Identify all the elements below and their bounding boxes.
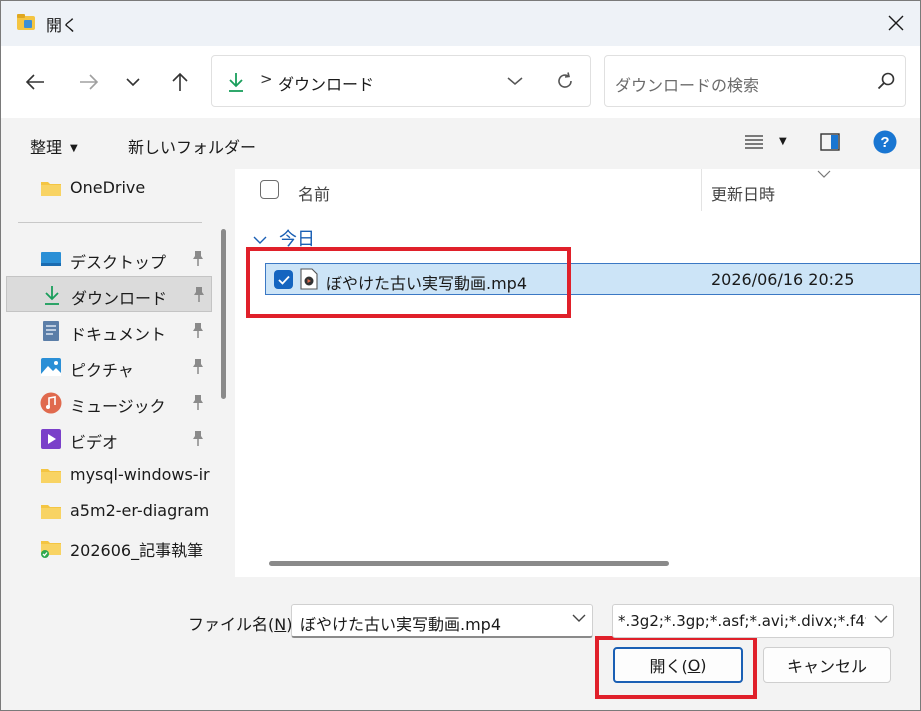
desktop-icon [41, 252, 61, 266]
download-icon [45, 286, 59, 305]
file-list: 名前 更新日時 今日 ぼやけた古い実写動画.mp4 2026/06/16 20:… [235, 169, 920, 577]
filename-input[interactable]: ぼやけた古い実写動画.mp4 [291, 604, 593, 638]
open-button[interactable]: 開く(O) [613, 647, 743, 683]
sidebar-item-label: a5m2-er-diagram [70, 501, 210, 520]
filename-value: ぼやけた古い実写動画.mp4 [300, 615, 502, 634]
refresh-button[interactable] [552, 68, 578, 94]
breadcrumb-location[interactable]: ダウンロード [278, 71, 374, 95]
sidebar-item-label: OneDrive [70, 178, 146, 197]
back-button[interactable] [19, 66, 51, 98]
sidebar-item-downloads[interactable]: ダウンロード [6, 276, 212, 312]
folder-icon [41, 469, 61, 483]
navigation-pane: OneDrive デスクトップ ダウンロード ドキュメント ピクチャ ミュージッ… [4, 169, 212, 577]
app-folder-icon [17, 14, 35, 30]
music-icon [40, 392, 62, 414]
navigation-bar: > ダウンロード ダウンロードの検索 [1, 46, 920, 118]
address-bar[interactable]: > ダウンロード [211, 55, 591, 107]
column-divider[interactable] [701, 169, 702, 211]
highlight-box-file [246, 247, 571, 318]
pin-icon[interactable] [190, 322, 206, 340]
video-icon [41, 429, 61, 449]
filename-label: ファイル名(N): [188, 615, 298, 634]
caret-down-icon: ▼ [70, 143, 78, 154]
preview-pane-icon[interactable] [820, 133, 840, 151]
svg-text:?: ? [880, 134, 889, 151]
folder-icon [41, 505, 61, 519]
close-icon [888, 15, 904, 31]
search-placeholder: ダウンロードの検索 [615, 76, 760, 95]
pin-icon[interactable] [190, 358, 206, 376]
pin-icon[interactable] [191, 286, 207, 304]
sidebar-item-videos[interactable]: ビデオ [6, 421, 212, 457]
sidebar-item-label: ビデオ [70, 433, 119, 452]
refresh-icon [558, 72, 572, 88]
sidebar-item-partial[interactable] [6, 565, 212, 577]
select-all-checkbox[interactable] [260, 180, 279, 199]
new-folder-button[interactable]: 新しいフォルダー [128, 134, 256, 158]
sidebar-item-music[interactable]: ミュージック [6, 385, 212, 421]
chevron-down-icon [874, 615, 888, 623]
sidebar-item-mysql-folder[interactable]: mysql-windows-ir [6, 457, 212, 493]
recent-locations-button[interactable] [117, 66, 149, 98]
address-history-button[interactable] [504, 70, 526, 92]
column-header-name[interactable]: 名前 [298, 181, 330, 205]
pin-icon[interactable] [190, 250, 206, 268]
search-icon[interactable] [877, 72, 895, 90]
forward-button[interactable] [73, 66, 105, 98]
sidebar-item-label: ミュージック [70, 397, 166, 416]
sidebar-item-article-folder[interactable]: 202606_記事執筆 [6, 529, 212, 565]
arrow-up-icon [172, 72, 188, 91]
sort-chevron-icon [817, 170, 831, 178]
sidebar-divider [18, 222, 202, 223]
breadcrumb-separator: > [260, 70, 273, 88]
sidebar-item-onedrive[interactable]: OneDrive [6, 170, 212, 206]
chevron-down-icon [507, 77, 523, 85]
pin-icon[interactable] [190, 430, 206, 448]
search-box[interactable]: ダウンロードの検索 [604, 55, 906, 107]
caret-down-icon[interactable]: ▼ [779, 136, 787, 147]
sidebar-scrollbar[interactable] [221, 229, 226, 399]
filetype-value: *.3g2;*.3gp;*.asf;*.avi;*.divx;*.f4v [618, 612, 866, 630]
arrow-left-icon [25, 74, 44, 90]
folder-icon [40, 572, 62, 577]
document-icon [43, 321, 59, 341]
window-title: 開く [46, 16, 79, 35]
pictures-icon [41, 358, 61, 376]
sidebar-item-label: ピクチャ [70, 361, 134, 380]
sidebar-item-label: デスクトップ [70, 253, 167, 272]
organize-menu[interactable]: 整理 ▼ [30, 134, 78, 158]
sidebar-item-desktop[interactable]: デスクトップ [6, 241, 212, 277]
pin-icon[interactable] [190, 394, 206, 412]
cancel-button[interactable]: キャンセル [763, 647, 891, 683]
download-icon [229, 73, 243, 92]
title-bar: 開く [1, 1, 920, 46]
folder-synced-icon [41, 541, 61, 558]
sidebar-item-label: 202606_記事執筆 [70, 541, 204, 560]
open-file-dialog: 開く > ダウンロード ダウンロードの検索 整理 ▼ 新しいフォルダー ▼ ? … [0, 0, 921, 711]
arrow-right-icon [80, 74, 99, 90]
sidebar-item-label: mysql-windows-ir [70, 465, 210, 484]
folder-icon [41, 182, 61, 196]
filetype-select[interactable]: *.3g2;*.3gp;*.asf;*.avi;*.divx;*.f4v [612, 604, 894, 638]
help-icon[interactable]: ? [873, 130, 897, 154]
sidebar-item-label: ドキュメント [70, 325, 167, 344]
sidebar-item-pictures[interactable]: ピクチャ [6, 349, 212, 385]
file-date: 2026/06/16 20:25 [711, 270, 855, 289]
chevron-down-icon[interactable] [572, 613, 586, 623]
up-button[interactable] [164, 66, 196, 98]
column-header-date[interactable]: 更新日時 [711, 181, 775, 205]
chevron-down-icon [126, 78, 140, 87]
view-options-icon[interactable] [744, 134, 764, 150]
horizontal-scrollbar[interactable] [269, 561, 669, 566]
command-bar: 整理 ▼ 新しいフォルダー ▼ ? [1, 118, 920, 168]
sidebar-item-label: ダウンロード [71, 289, 168, 308]
close-button[interactable] [873, 5, 919, 41]
organize-label: 整理 [30, 138, 63, 157]
sidebar-item-documents[interactable]: ドキュメント [6, 313, 212, 349]
sidebar-item-a5m2-folder[interactable]: a5m2-er-diagram [6, 493, 212, 529]
